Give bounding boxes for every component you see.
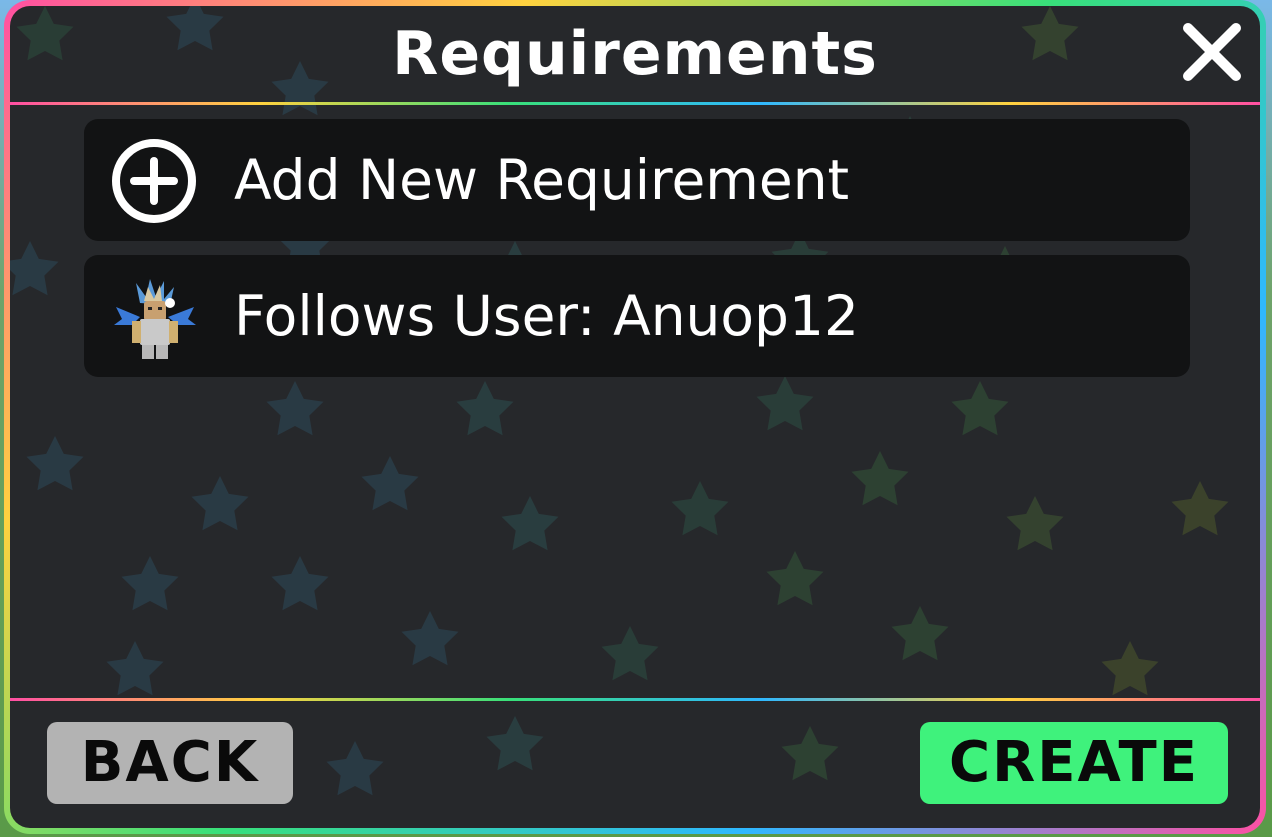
add-requirement-button[interactable]: Add New Requirement: [84, 119, 1190, 241]
add-circle-icon: [112, 139, 196, 223]
footer-divider: [10, 698, 1260, 701]
close-icon[interactable]: [1180, 20, 1244, 84]
add-requirement-label: Add New Requirement: [234, 148, 850, 212]
dialog-title: Requirements: [392, 19, 878, 89]
title-bar: Requirements: [10, 6, 1260, 104]
create-button[interactable]: CREATE: [920, 722, 1228, 804]
close-button[interactable]: [1180, 20, 1244, 84]
requirement-item-follows-user[interactable]: Follows User: Anuop12: [84, 255, 1190, 377]
user-avatar: [114, 279, 196, 359]
header-divider: [10, 102, 1260, 105]
back-button[interactable]: BACK: [47, 722, 293, 804]
dialog-panel: Requirements Add New Requirement Follows…: [10, 6, 1260, 828]
requirements-dialog: Requirements Add New Requirement Follows…: [4, 0, 1266, 834]
requirement-label: Follows User: Anuop12: [234, 284, 859, 348]
